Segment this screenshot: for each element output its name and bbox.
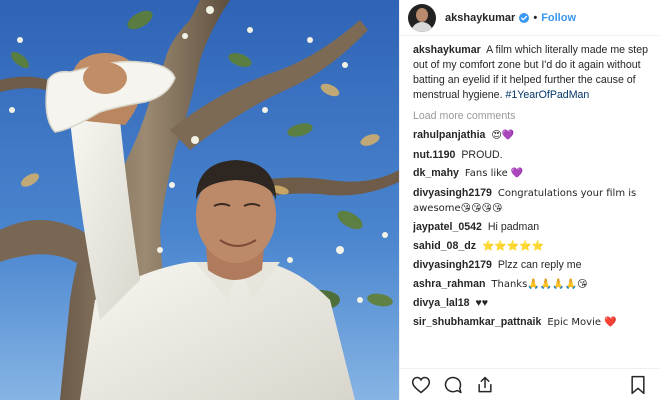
comment-text: Thanks🙏🙏🙏🙏😘 bbox=[491, 278, 588, 290]
share-button[interactable] bbox=[474, 374, 496, 396]
comment-text: PROUD. bbox=[461, 148, 503, 161]
comment-username[interactable]: divyasingh2179 bbox=[413, 259, 492, 271]
avatar[interactable] bbox=[408, 3, 436, 32]
caption-username[interactable]: akshaykumar bbox=[413, 44, 481, 56]
comment-text: Plzz can reply me bbox=[497, 259, 582, 271]
comment-text: 😍💜 bbox=[491, 130, 515, 141]
comment-item: rahulpanjathia 😍💜 bbox=[413, 128, 651, 143]
photo-illustration bbox=[0, 0, 399, 400]
comment-username[interactable]: divya_lal18 bbox=[413, 297, 470, 309]
comment-username[interactable]: sahid_08_dz bbox=[413, 240, 476, 252]
comment-username[interactable]: ashra_rahman bbox=[413, 278, 485, 290]
load-more-comments-link[interactable]: Load more comments bbox=[413, 110, 651, 122]
comment-item: dk_mahy Fans like 💜 bbox=[413, 166, 651, 181]
post-photo[interactable] bbox=[0, 0, 399, 400]
comment-username[interactable]: sir_shubhamkar_pattnaik bbox=[413, 316, 541, 328]
caption-hashtag[interactable]: #1YearOfPadMan bbox=[505, 89, 589, 101]
avatar-face bbox=[416, 7, 428, 22]
comment-text: ♥♥ bbox=[475, 297, 489, 309]
comment-username[interactable]: rahulpanjathia bbox=[413, 129, 485, 141]
comment-item: divyasingh2179 Congratulations your film… bbox=[413, 186, 651, 216]
comment-item: jaypatel_0542 Hi padman bbox=[413, 220, 651, 234]
post-sidebar: akshaykumar • Follow akshaykumar A film … bbox=[399, 0, 659, 400]
comment-username[interactable]: nut.1190 bbox=[413, 149, 455, 161]
verified-badge-icon bbox=[519, 12, 530, 23]
comment-item: nut.1190 PROUD. bbox=[413, 148, 651, 162]
save-button[interactable] bbox=[627, 374, 649, 396]
comment-item: divyasingh2179 Plzz can reply me bbox=[413, 258, 651, 272]
header-separator: • bbox=[533, 11, 538, 24]
bookmark-icon bbox=[631, 375, 645, 394]
post-actions-bar bbox=[400, 368, 659, 400]
comment-text: Fans like 💜 bbox=[464, 168, 524, 179]
share-icon bbox=[478, 376, 492, 392]
comment-button[interactable] bbox=[442, 374, 464, 396]
like-button[interactable] bbox=[410, 374, 432, 396]
comment-item: divya_lal18 ♥♥ bbox=[413, 296, 651, 310]
header-username[interactable]: akshaykumar bbox=[445, 12, 515, 24]
comment-text: Epic Movie ❤️ bbox=[547, 316, 617, 328]
comment-item: ashra_rahman Thanks🙏🙏🙏🙏😘 bbox=[413, 277, 651, 292]
follow-button[interactable]: Follow bbox=[541, 12, 576, 24]
comment-text: Hi padman bbox=[487, 221, 540, 233]
comment-icon bbox=[444, 376, 462, 393]
instagram-post: akshaykumar • Follow akshaykumar A film … bbox=[0, 0, 659, 400]
post-caption: akshaykumar A film which literally made … bbox=[413, 43, 651, 103]
avatar-shoulder bbox=[411, 21, 433, 32]
heart-icon bbox=[411, 376, 431, 393]
post-header: akshaykumar • Follow bbox=[400, 0, 659, 36]
comments-list[interactable]: akshaykumar A film which literally made … bbox=[413, 42, 651, 366]
comment-item: sahid_08_dz ⭐⭐⭐⭐⭐ bbox=[413, 239, 651, 254]
comment-item: sir_shubhamkar_pattnaik Epic Movie ❤️ bbox=[413, 315, 651, 330]
comment-username[interactable]: dk_mahy bbox=[413, 167, 459, 179]
comment-username[interactable]: divyasingh2179 bbox=[413, 187, 492, 199]
comment-text: ⭐⭐⭐⭐⭐ bbox=[481, 240, 545, 252]
comment-username[interactable]: jaypatel_0542 bbox=[413, 221, 482, 233]
